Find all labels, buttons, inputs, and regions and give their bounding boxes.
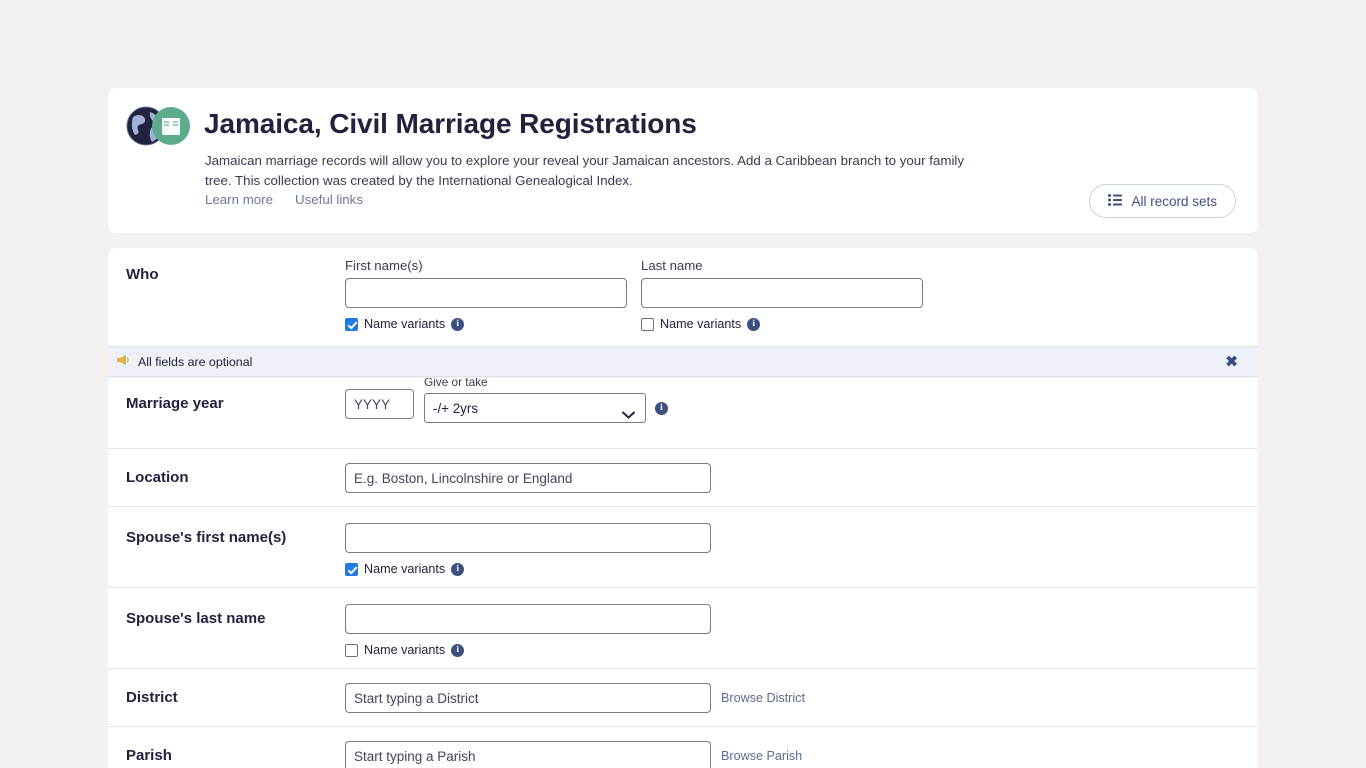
last-name-label: Last name: [641, 258, 703, 273]
search-fields-card: Marriage year Give or take -/+ 2yrs i: [108, 378, 1258, 768]
spouse-first-name-input[interactable]: [345, 523, 711, 553]
search-page: Jamaica, Civil Marriage Registrations Ja…: [0, 0, 1366, 768]
who-section-card: Who First name(s) Name variants i Last n…: [108, 248, 1258, 345]
row-spouse-first-name: Spouse's first name(s) Name variants i: [108, 507, 1258, 588]
row-spouse-last-name: Spouse's last name Name variants i: [108, 588, 1258, 669]
optional-fields-banner: All fields are optional ✖: [108, 347, 1258, 377]
collection-description: Jamaican marriage records will allow you…: [205, 153, 965, 188]
all-record-sets-label: All record sets: [1131, 193, 1217, 209]
collection-header-card: Jamaica, Civil Marriage Registrations Ja…: [108, 88, 1258, 233]
row-parish: Parish Browse Parish: [108, 727, 1258, 768]
row-location: Location: [108, 449, 1258, 507]
browse-district-link[interactable]: Browse District: [721, 691, 805, 705]
parish-label: Parish: [126, 747, 172, 764]
spouse-last-variants-label: Name variants: [364, 643, 446, 657]
give-or-take-row: -/+ 2yrs i: [424, 393, 668, 423]
close-icon[interactable]: ✖: [1225, 355, 1238, 370]
spouse-last-variants-row: Name variants i: [345, 643, 1258, 657]
first-name-variants-checkbox[interactable]: [345, 317, 358, 331]
spouse-first-variants-checkbox[interactable]: [345, 562, 358, 576]
marriage-year-fields: Give or take -/+ 2yrs i: [345, 378, 1258, 423]
row-marriage-year: Marriage year Give or take -/+ 2yrs i: [108, 378, 1258, 449]
info-icon[interactable]: i: [451, 317, 465, 331]
info-icon[interactable]: i: [451, 562, 465, 576]
parish-input[interactable]: [345, 741, 711, 768]
last-name-group: Last name Name variants i: [641, 258, 923, 331]
spouse-last-name-input[interactable]: [345, 604, 711, 634]
list-icon: [1108, 193, 1123, 209]
last-name-input[interactable]: [641, 278, 923, 308]
row-who: Who First name(s) Name variants i Last n…: [108, 248, 1258, 345]
first-name-variants-label: Name variants: [364, 317, 446, 331]
district-label: District: [126, 689, 178, 706]
info-icon[interactable]: i: [451, 643, 465, 657]
location-fields: [345, 463, 1258, 493]
page-title: Jamaica, Civil Marriage Registrations: [204, 108, 697, 139]
info-icon[interactable]: i: [747, 317, 761, 331]
spouse-last-variants-checkbox[interactable]: [345, 643, 358, 657]
marriage-year-controls: Give or take -/+ 2yrs i: [345, 378, 1258, 423]
useful-links-link[interactable]: Useful links: [295, 192, 363, 207]
header-links: Learn more Useful links: [205, 192, 385, 207]
give-or-take-select[interactable]: -/+ 2yrs: [424, 393, 646, 423]
first-name-input[interactable]: [345, 278, 627, 308]
all-record-sets-button[interactable]: All record sets: [1089, 184, 1236, 218]
last-name-variants-label: Name variants: [660, 317, 742, 331]
spouse-first-variants-label: Name variants: [364, 562, 446, 576]
globe-book-icon: [124, 104, 198, 148]
spouse-last-name-label: Spouse's last name: [126, 610, 266, 627]
row-district: District Browse District: [108, 669, 1258, 727]
spouse-first-variants-row: Name variants i: [345, 562, 1258, 576]
who-section-label: Who: [126, 266, 159, 283]
location-label: Location: [126, 469, 189, 486]
parish-fields: Browse Parish: [345, 741, 1258, 768]
location-input[interactable]: [345, 463, 711, 493]
spouse-last-name-fields: Name variants i: [345, 604, 1258, 657]
district-input[interactable]: [345, 683, 711, 713]
marriage-year-label: Marriage year: [126, 395, 224, 412]
learn-more-link[interactable]: Learn more: [205, 192, 273, 207]
give-or-take-group: Give or take -/+ 2yrs i: [424, 378, 668, 423]
megaphone-icon: [116, 353, 130, 371]
browse-parish-link[interactable]: Browse Parish: [721, 749, 802, 763]
district-fields: Browse District: [345, 683, 1258, 713]
spouse-first-name-fields: Name variants i: [345, 523, 1258, 576]
spouse-first-name-label: Spouse's first name(s): [126, 529, 287, 546]
give-or-take-label: Give or take: [424, 378, 488, 389]
marriage-year-input[interactable]: [345, 389, 414, 419]
last-name-variants-row: Name variants i: [641, 317, 923, 331]
first-name-group: First name(s) Name variants i: [345, 258, 627, 331]
info-icon[interactable]: i: [655, 401, 668, 415]
first-name-variants-row: Name variants i: [345, 317, 627, 331]
first-name-label: First name(s): [345, 258, 423, 273]
optional-fields-banner-text: All fields are optional: [138, 355, 253, 369]
last-name-variants-checkbox[interactable]: [641, 317, 654, 331]
